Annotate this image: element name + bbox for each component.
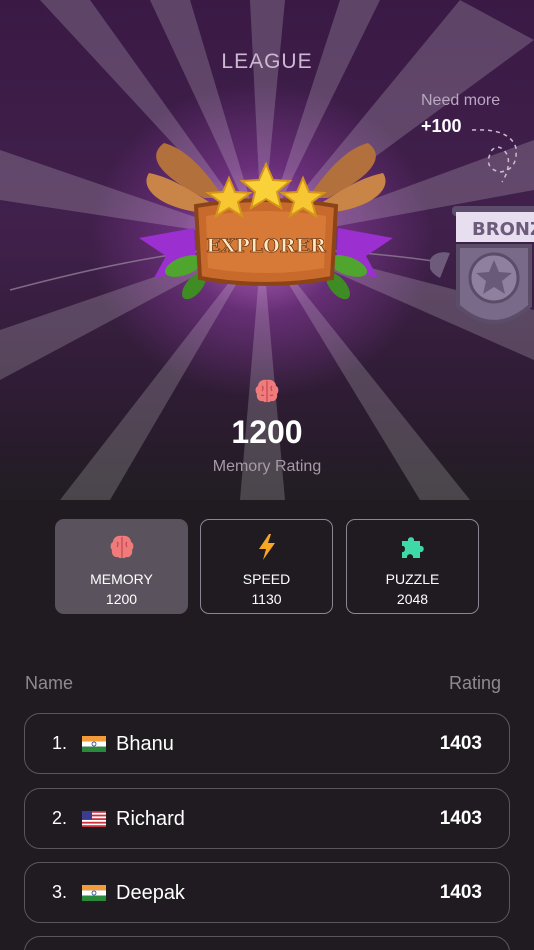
puzzle-icon: [402, 537, 424, 558]
leaderboard-row[interactable]: 1. Bhanu 1403: [24, 713, 510, 774]
category-value: 1200: [105, 591, 138, 607]
category-memory-button[interactable]: MEMORY 1200: [55, 519, 188, 614]
category-label: SPEED: [242, 571, 291, 587]
usa-flag-icon: [82, 811, 106, 827]
category-label: PUZZLE: [385, 571, 440, 587]
category-label: MEMORY: [90, 571, 153, 587]
india-flag-icon: [82, 736, 106, 752]
brain-icon: [255, 379, 279, 403]
lightning-icon: [259, 534, 275, 560]
explorer-badge: EXPLORER: [139, 143, 393, 300]
brain-icon: [110, 535, 134, 559]
category-speed-button[interactable]: SPEED 1130: [200, 519, 333, 614]
row-rank: 2.: [52, 808, 68, 828]
row-rating: 1403: [439, 733, 482, 754]
row-name: Bhanu: [116, 733, 174, 755]
row-rating: 1403: [439, 808, 482, 829]
bronze-badge[interactable]: BRONZE: [430, 198, 534, 348]
row-rank: 3.: [52, 882, 68, 902]
category-puzzle-button[interactable]: PUZZLE 2048: [346, 519, 479, 614]
leaderboard-row[interactable]: 2. Richard 1403: [24, 788, 510, 849]
row-rank: 1.: [52, 733, 68, 753]
memory-rating-caption: Memory Rating: [212, 458, 322, 475]
bronze-badge-label: BRONZE: [472, 219, 534, 240]
column-header-name: Name: [25, 673, 74, 693]
category-value: 1130: [251, 591, 282, 607]
india-flag-icon: [82, 885, 106, 901]
row-name: Richard: [116, 808, 185, 830]
category-value: 2048: [396, 591, 429, 607]
row-name: Deepak: [116, 882, 185, 904]
row-rating: 1403: [439, 882, 482, 903]
leaderboard-row[interactable]: 3. Deepak 1403: [24, 862, 510, 923]
explorer-badge-label: EXPLORER: [206, 235, 326, 257]
memory-rating-value: 1200: [231, 414, 303, 450]
leaderboard-row[interactable]: [24, 936, 510, 950]
column-header-rating: Rating: [448, 673, 501, 693]
